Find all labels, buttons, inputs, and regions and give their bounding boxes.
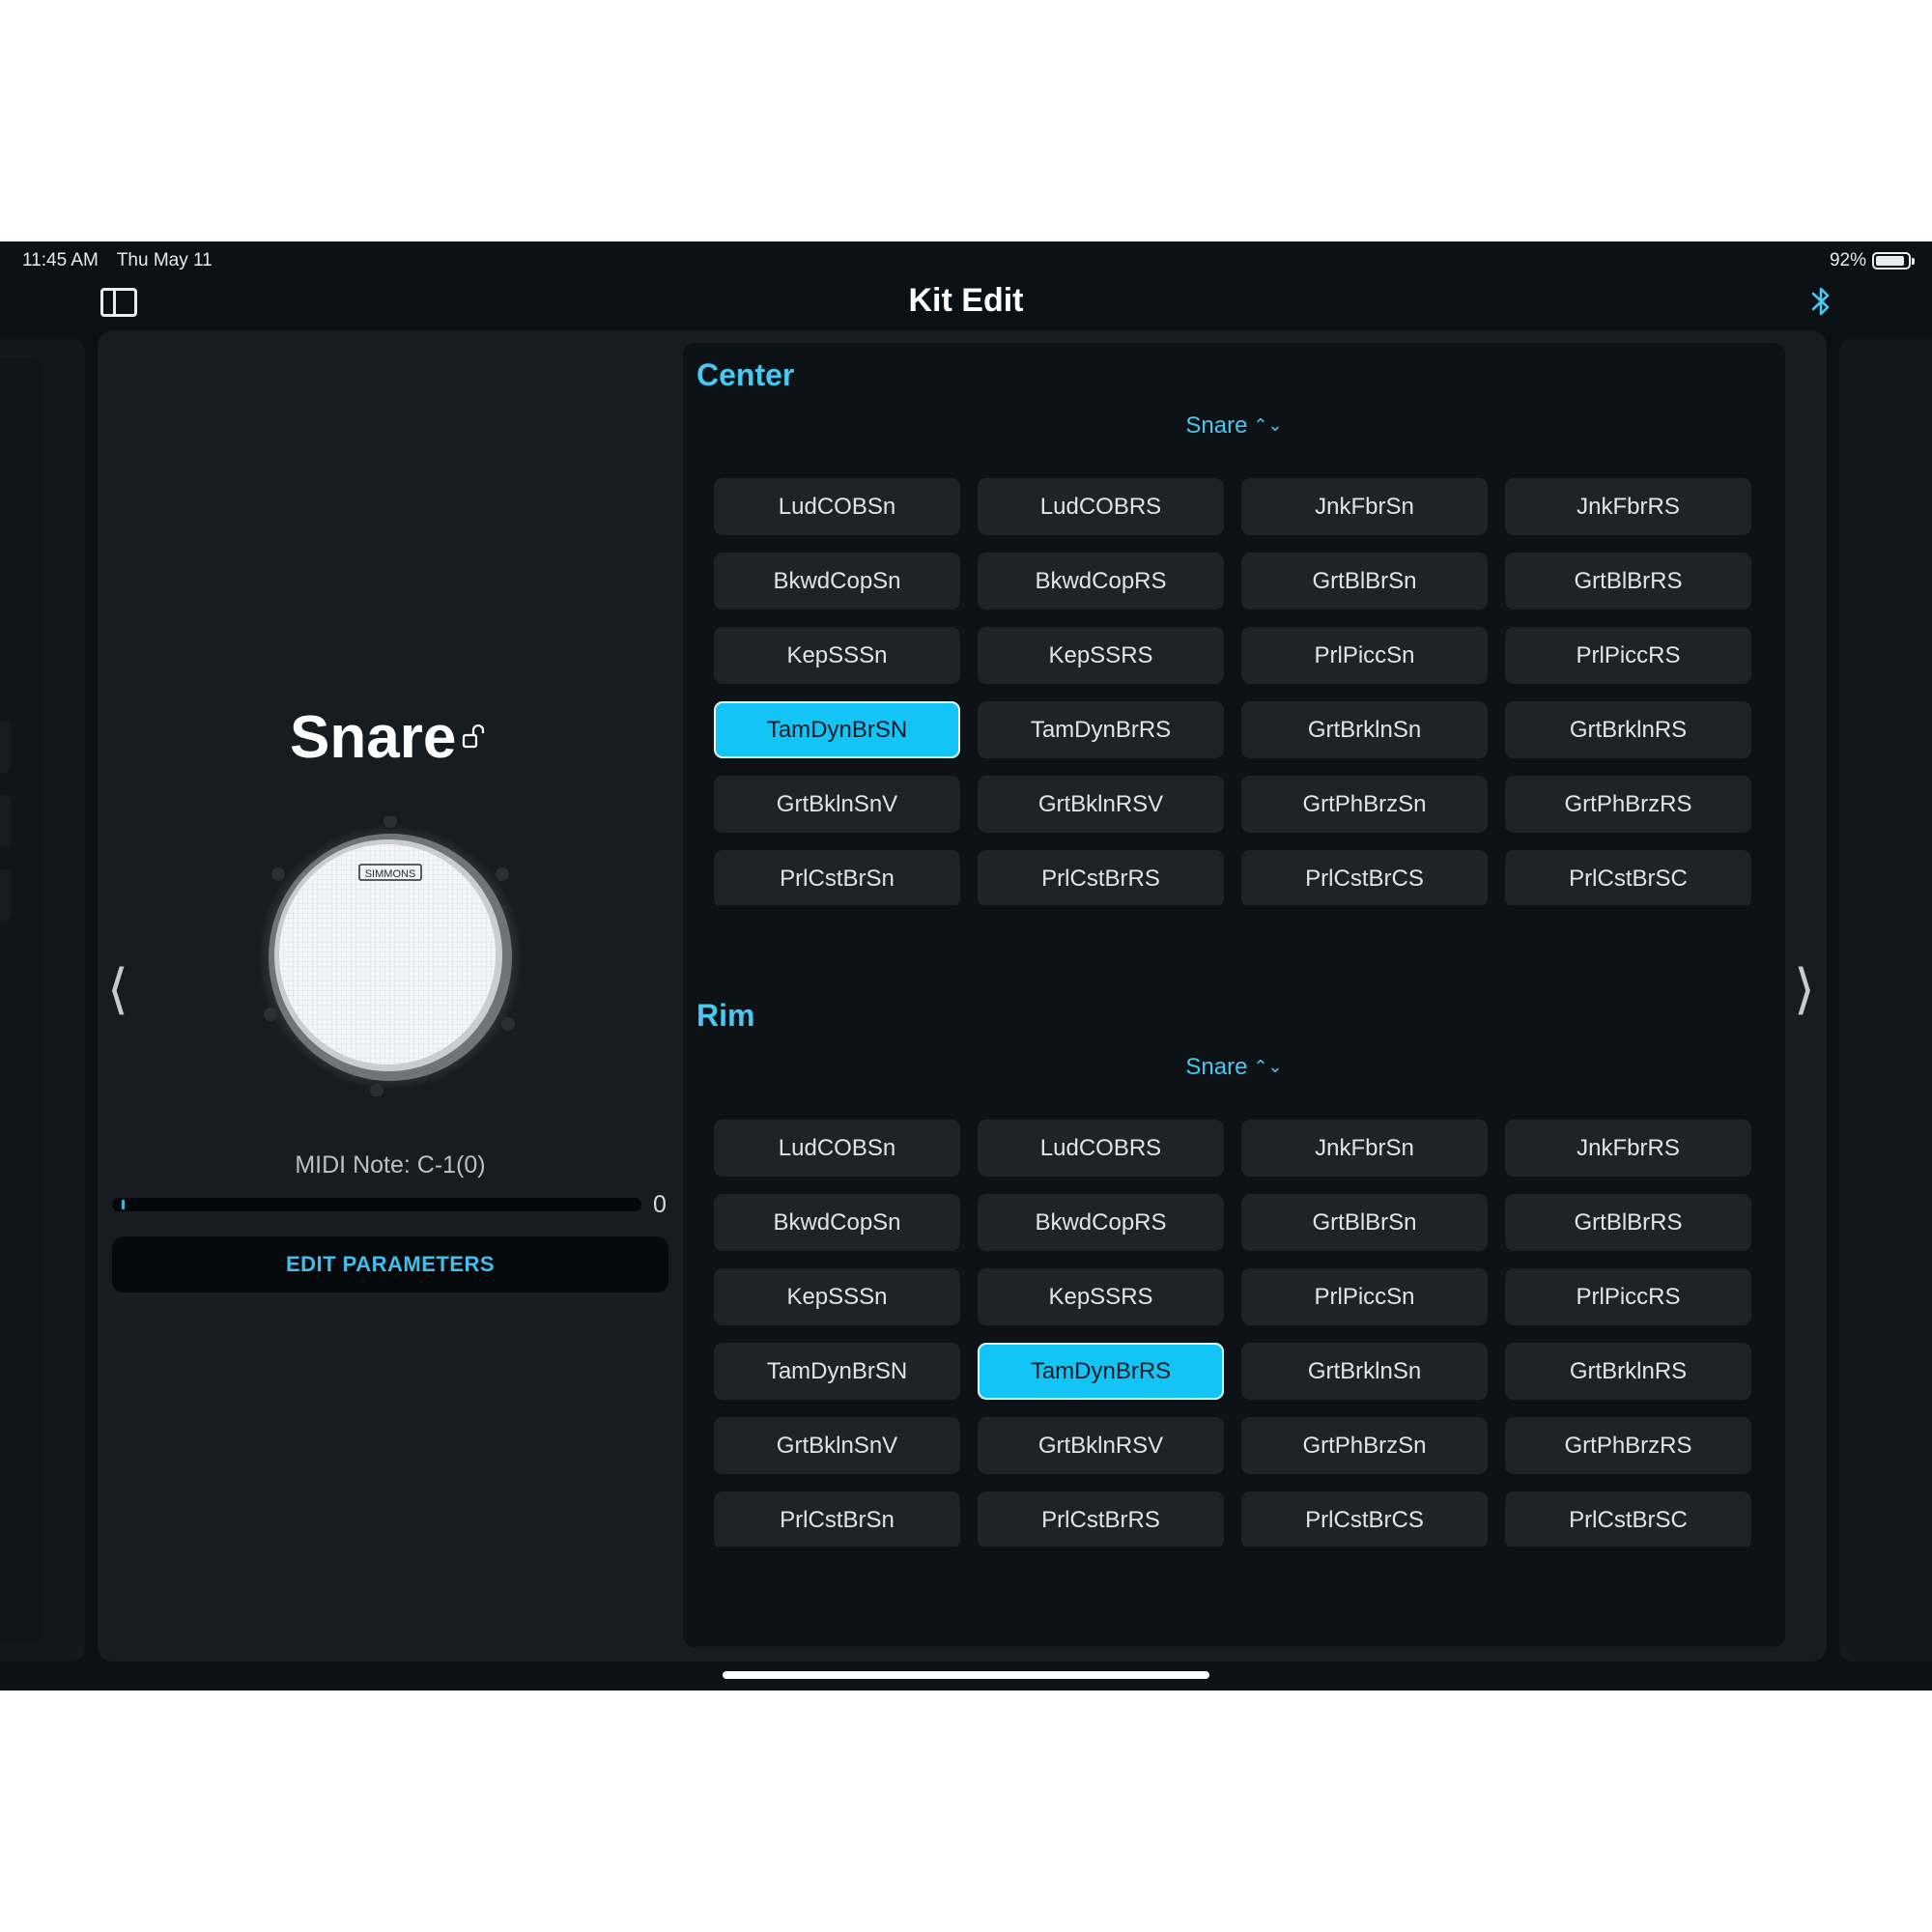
home-indicator[interactable] — [723, 1671, 1209, 1679]
app-screen: 11:45 AM Thu May 11 92% Kit Edit ⟨ ⟩ Sna… — [0, 242, 1932, 1690]
center-sample-button[interactable]: PrlCstBrRS — [978, 850, 1224, 905]
center-sample-button[interactable]: TamDynBrSN — [714, 701, 960, 758]
rim-sample-button[interactable]: GrtBklnRSV — [978, 1417, 1224, 1474]
center-sample-button[interactable]: PrlCstBrSC — [1505, 850, 1751, 905]
center-sample-button[interactable]: PrlCstBrCS — [1241, 850, 1488, 905]
center-sample-button[interactable]: KepSSSn — [714, 627, 960, 684]
chevron-up-down-icon: ⌃⌄ — [1253, 415, 1283, 435]
center-sample-button[interactable]: GrtPhBrzSn — [1241, 776, 1488, 833]
rim-sample-button[interactable]: LudCOBSn — [714, 1120, 960, 1177]
center-sample-button[interactable]: JnkFbrRS — [1505, 478, 1751, 535]
rim-sample-button[interactable]: GrtBlBrSn — [1241, 1194, 1488, 1251]
center-category-select[interactable]: Snare ⌃⌄ — [683, 412, 1785, 440]
rim-sample-button[interactable]: GrtPhBrzSn — [1241, 1417, 1488, 1474]
rim-category-select[interactable]: Snare ⌃⌄ — [683, 1054, 1785, 1081]
rim-sample-grid: LudCOBSn LudCOBRS JnkFbrSn JnkFbrRS BkwdCopS… — [714, 1120, 1757, 1547]
next-pad-arrow[interactable]: ⟩ — [1794, 963, 1815, 1017]
center-sample-button[interactable]: BkwdCopRS — [978, 553, 1224, 610]
rim-sample-button[interactable]: LudCOBRS — [978, 1120, 1224, 1177]
next-pad-peek — [1839, 338, 1932, 1662]
center-sample-button[interactable]: GrtPhBrzRS — [1505, 776, 1751, 833]
chevron-up-down-icon: ⌃⌄ — [1253, 1057, 1283, 1076]
center-sample-button[interactable]: GrtBlBrSn — [1241, 553, 1488, 610]
midi-note-slider[interactable] — [112, 1198, 641, 1211]
unlock-icon[interactable] — [462, 724, 487, 750]
center-sample-button[interactable]: GrtBrklnRS — [1505, 701, 1751, 758]
rim-sample-button[interactable]: GrtBlBrRS — [1505, 1194, 1751, 1251]
center-sample-button[interactable]: KepSSRS — [978, 627, 1224, 684]
rim-sample-button[interactable]: PrlCstBrRS — [978, 1492, 1224, 1547]
drum-pad-image: SIMMONS — [259, 816, 522, 1096]
rim-sample-button[interactable]: TamDynBrRS — [978, 1343, 1224, 1400]
drum-brand-logo: SIMMONS — [365, 868, 416, 880]
center-sample-button[interactable]: PrlPiccSn — [1241, 627, 1488, 684]
center-sample-button[interactable]: GrtBklnRSV — [978, 776, 1224, 833]
rim-sample-button[interactable]: JnkFbrRS — [1505, 1120, 1751, 1177]
slider-value: 0 — [653, 1191, 667, 1218]
rim-sample-button[interactable]: PrlCstBrSn — [714, 1492, 960, 1547]
rim-category-label: Snare — [1185, 1054, 1248, 1080]
center-sample-button[interactable]: PrlPiccRS — [1505, 627, 1751, 684]
midi-note-label: MIDI Note: C-1(0) — [295, 1151, 486, 1179]
edit-parameters-button[interactable]: EDIT PARAMETERS — [112, 1236, 668, 1293]
bluetooth-icon[interactable] — [1808, 284, 1833, 319]
rim-sample-button[interactable]: PrlCstBrCS — [1241, 1492, 1488, 1547]
status-bar-right: 92% — [1829, 250, 1915, 271]
center-sample-button[interactable]: LudCOBSn — [714, 478, 960, 535]
sample-selection-panel: Center Snare ⌃⌄ LudCOBSn LudCOBRS JnkFbrSn J… — [683, 343, 1785, 1647]
center-sample-button[interactable]: TamDynBrRS — [978, 701, 1224, 758]
center-category-label: Snare — [1185, 412, 1248, 439]
page-title: Kit Edit — [908, 282, 1024, 319]
rim-sample-button[interactable]: PrlCstBrSC — [1505, 1492, 1751, 1547]
rim-sample-button[interactable]: JnkFbrSn — [1241, 1120, 1488, 1177]
status-time: 11:45 AM — [22, 250, 99, 270]
battery-percent: 92% — [1829, 250, 1866, 270]
center-sample-button[interactable]: PrlCstBrSn — [714, 850, 960, 905]
center-sample-button[interactable]: JnkFbrSn — [1241, 478, 1488, 535]
status-bar-left: 11:45 AM Thu May 11 — [22, 250, 226, 271]
rim-sample-button[interactable]: GrtBrklnRS — [1505, 1343, 1751, 1400]
rim-sample-button[interactable]: KepSSRS — [978, 1268, 1224, 1325]
rim-sample-button[interactable]: PrlPiccSn — [1241, 1268, 1488, 1325]
rim-section-title: Rim — [696, 998, 755, 1033]
rim-sample-button[interactable]: KepSSSn — [714, 1268, 960, 1325]
center-sample-button[interactable]: GrtBlBrRS — [1505, 553, 1751, 610]
center-sample-button[interactable]: GrtBrklnSn — [1241, 701, 1488, 758]
previous-pad-arrow[interactable]: ⟨ — [107, 963, 128, 1017]
rim-sample-button[interactable]: PrlPiccRS — [1505, 1268, 1751, 1325]
pad-name: Snare — [290, 704, 457, 771]
rim-sample-button[interactable]: GrtBklnSnV — [714, 1417, 960, 1474]
slider-thumb[interactable] — [122, 1200, 125, 1209]
center-sample-button[interactable]: GrtBklnSnV — [714, 776, 960, 833]
status-date: Thu May 11 — [116, 250, 213, 270]
rim-sample-button[interactable]: GrtPhBrzRS — [1505, 1417, 1751, 1474]
previous-pad-peek — [0, 338, 85, 1662]
battery-icon — [1872, 252, 1915, 270]
rim-sample-button[interactable]: TamDynBrSN — [714, 1343, 960, 1400]
rim-sample-button[interactable]: BkwdCopSn — [714, 1194, 960, 1251]
rim-sample-button[interactable]: GrtBrklnSn — [1241, 1343, 1488, 1400]
center-sample-grid: LudCOBSn LudCOBRS JnkFbrSn JnkFbrRS BkwdCopS… — [714, 478, 1757, 905]
rim-sample-button[interactable]: BkwdCopRS — [978, 1194, 1224, 1251]
center-section-title: Center — [696, 357, 795, 392]
center-sample-button[interactable]: LudCOBRS — [978, 478, 1224, 535]
center-sample-button[interactable]: BkwdCopSn — [714, 553, 960, 610]
